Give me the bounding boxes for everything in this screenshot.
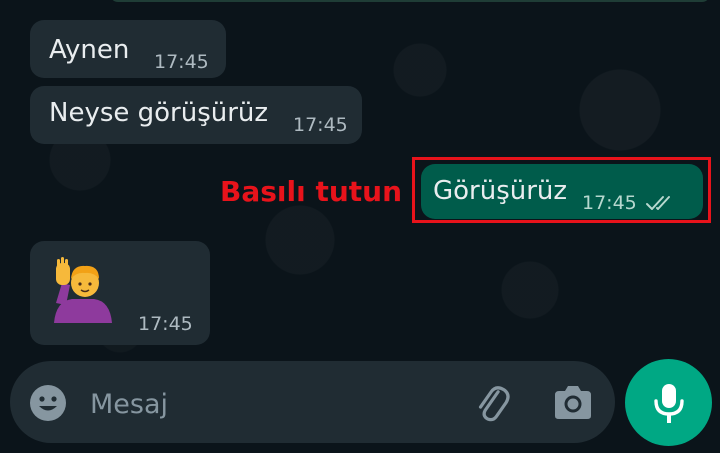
- person-raising-hand-icon: [54, 257, 112, 323]
- message-bubble-incoming[interactable]: Aynen 17:45: [30, 20, 226, 78]
- message-bubble-incoming[interactable]: Neyse görüşürüz 17:45: [30, 86, 362, 144]
- camera-icon[interactable]: [550, 381, 596, 425]
- message-input[interactable]: [88, 383, 462, 425]
- message-time: 17:45: [293, 114, 348, 136]
- message-text: Neyse görüşürüz: [49, 98, 269, 128]
- microphone-button[interactable]: [625, 359, 712, 446]
- emoji-icon[interactable]: [28, 383, 68, 423]
- microphone-icon: [654, 384, 684, 423]
- hold-instruction-label: Basılı tutun: [220, 175, 403, 208]
- message-bubble-outgoing[interactable]: Görüşürüz 17:45: [421, 164, 703, 219]
- message-text: Görüşürüz: [433, 176, 568, 206]
- message-text: Aynen: [49, 35, 130, 65]
- previous-message-edge: [110, 0, 710, 2]
- message-composer: [10, 361, 615, 443]
- double-check-icon: [646, 196, 670, 210]
- message-time: 17:45: [154, 51, 209, 73]
- message-bubble-incoming[interactable]: 17:45: [30, 241, 210, 345]
- message-time: 17:45: [138, 313, 193, 335]
- message-time: 17:45: [582, 192, 637, 214]
- paperclip-icon[interactable]: [470, 381, 514, 425]
